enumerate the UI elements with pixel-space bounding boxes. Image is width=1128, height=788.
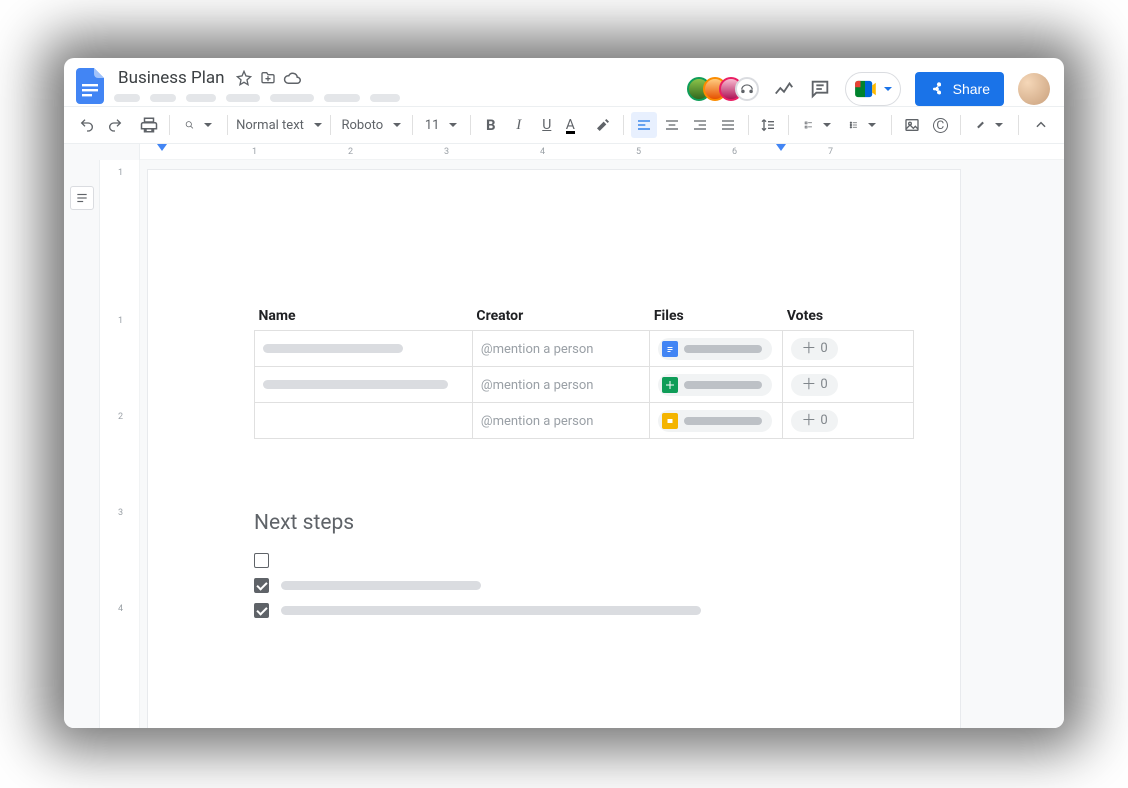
- vote-chip[interactable]: ＋0: [791, 338, 837, 360]
- menu-item[interactable]: [114, 94, 140, 102]
- sheets-file-icon: [662, 377, 678, 393]
- comments-icon[interactable]: [809, 78, 831, 100]
- checklist-item[interactable]: [254, 553, 890, 568]
- checklist-item[interactable]: [254, 603, 890, 618]
- col-header-creator: Creator: [472, 308, 649, 331]
- text-color-button[interactable]: A: [562, 112, 588, 138]
- editing-mode-button[interactable]: [968, 112, 1011, 138]
- print-button[interactable]: [136, 112, 162, 138]
- star-icon[interactable]: [235, 69, 253, 87]
- cloud-status-icon[interactable]: [283, 69, 301, 87]
- table-header-row: Name Creator Files Votes: [255, 308, 914, 331]
- align-right-button[interactable]: [687, 112, 713, 138]
- plus-icon: ＋: [801, 377, 816, 392]
- col-header-name: Name: [255, 308, 473, 331]
- insert-comment-button[interactable]: C: [927, 112, 953, 138]
- font-select[interactable]: Roboto: [338, 112, 404, 138]
- plus-icon: ＋: [801, 413, 816, 428]
- mention-placeholder[interactable]: @mention a person: [481, 378, 594, 393]
- checklist-button[interactable]: [796, 112, 839, 138]
- header: Business Plan: [64, 58, 1064, 106]
- horizontal-ruler[interactable]: 1 2 3 4 5 6 7: [64, 144, 1064, 160]
- left-gutter: [64, 160, 100, 728]
- align-left-button[interactable]: [631, 112, 657, 138]
- chevron-down-icon: [884, 87, 892, 91]
- app-window: Business Plan: [64, 58, 1064, 728]
- anonymous-avatar[interactable]: [735, 77, 759, 101]
- bullet-list-button[interactable]: [841, 112, 884, 138]
- table-row[interactable]: @mention a person ＋0: [255, 331, 914, 367]
- collaborator-avatars[interactable]: [687, 77, 759, 101]
- menu-bar[interactable]: [114, 94, 400, 102]
- placeholder-text: [263, 380, 448, 389]
- placeholder-text: [281, 581, 481, 590]
- bold-button[interactable]: B: [478, 112, 504, 138]
- share-icon: [929, 81, 945, 97]
- zoom-select[interactable]: [177, 112, 220, 138]
- outline-toggle-button[interactable]: [70, 186, 94, 210]
- vote-chip[interactable]: ＋0: [791, 374, 837, 396]
- table-row[interactable]: @mention a person ＋0: [255, 367, 914, 403]
- header-actions: Share: [687, 66, 1050, 106]
- mention-placeholder[interactable]: @mention a person: [481, 342, 594, 357]
- undo-button[interactable]: [74, 112, 100, 138]
- col-header-files: Files: [650, 308, 783, 331]
- file-chip[interactable]: [658, 410, 772, 432]
- account-avatar[interactable]: [1018, 73, 1050, 105]
- menu-item[interactable]: [150, 94, 176, 102]
- checkbox-unchecked[interactable]: [254, 553, 269, 568]
- vertical-ruler[interactable]: 1 1 2 3 4: [100, 160, 140, 728]
- file-chip[interactable]: [658, 338, 772, 360]
- share-label: Share: [953, 81, 990, 97]
- title-block: Business Plan: [114, 66, 400, 102]
- mention-placeholder[interactable]: @mention a person: [481, 414, 594, 429]
- work-area: 1 1 2 3 4 Name Creator Files Votes: [64, 160, 1064, 728]
- placeholder-text: [281, 606, 701, 615]
- collapse-toolbar-button[interactable]: [1028, 112, 1054, 138]
- meet-icon: [854, 80, 876, 98]
- smart-table[interactable]: Name Creator Files Votes @mention a pers…: [254, 308, 914, 439]
- menu-item[interactable]: [324, 94, 360, 102]
- table-row[interactable]: @mention a person ＋0: [255, 403, 914, 439]
- activity-icon[interactable]: [773, 78, 795, 100]
- indent-marker-right[interactable]: [776, 144, 786, 151]
- redo-button[interactable]: [102, 112, 128, 138]
- document-canvas[interactable]: Name Creator Files Votes @mention a pers…: [140, 160, 1064, 728]
- style-select[interactable]: Normal text: [235, 112, 324, 138]
- font-size-select[interactable]: 11: [419, 112, 463, 138]
- insert-image-button[interactable]: [899, 112, 925, 138]
- section-heading-next-steps[interactable]: Next steps: [254, 511, 890, 535]
- vote-chip[interactable]: ＋0: [791, 410, 837, 432]
- italic-button[interactable]: I: [506, 112, 532, 138]
- align-justify-button[interactable]: [715, 112, 741, 138]
- file-chip[interactable]: [658, 374, 772, 396]
- col-header-votes: Votes: [783, 308, 914, 331]
- menu-item[interactable]: [186, 94, 216, 102]
- underline-button[interactable]: U: [534, 112, 560, 138]
- checkbox-checked[interactable]: [254, 603, 269, 618]
- align-center-button[interactable]: [659, 112, 685, 138]
- plus-icon: ＋: [801, 341, 816, 356]
- slides-file-icon: [662, 413, 678, 429]
- checklist-item[interactable]: [254, 578, 890, 593]
- indent-marker-left[interactable]: [157, 144, 167, 151]
- checkbox-checked[interactable]: [254, 578, 269, 593]
- menu-item[interactable]: [226, 94, 260, 102]
- page[interactable]: Name Creator Files Votes @mention a pers…: [148, 170, 960, 728]
- document-title[interactable]: Business Plan: [114, 66, 229, 90]
- line-spacing-button[interactable]: [755, 112, 781, 138]
- highlight-button[interactable]: [590, 112, 616, 138]
- move-icon[interactable]: [259, 69, 277, 87]
- meet-button[interactable]: [845, 72, 901, 106]
- docs-file-icon: [662, 341, 678, 357]
- placeholder-text: [263, 344, 403, 353]
- share-button[interactable]: Share: [915, 72, 1004, 106]
- toolbar: Normal text Roboto 11 B I U A C: [64, 106, 1064, 144]
- docs-logo[interactable]: [74, 66, 106, 106]
- menu-item[interactable]: [270, 94, 314, 102]
- menu-item[interactable]: [370, 94, 400, 102]
